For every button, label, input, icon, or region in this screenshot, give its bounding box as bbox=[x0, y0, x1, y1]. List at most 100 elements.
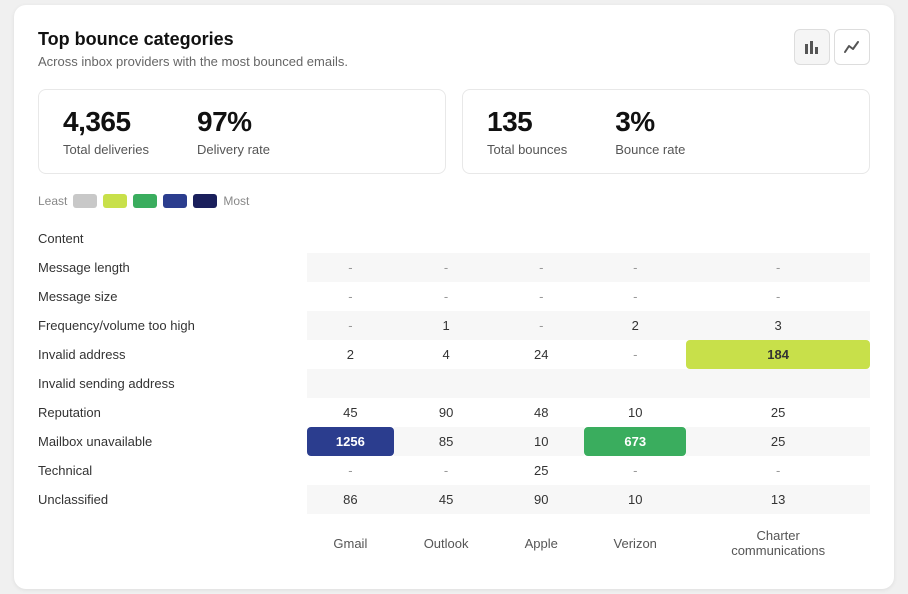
legend-swatch-4 bbox=[163, 194, 187, 208]
cell-value: 10 bbox=[584, 485, 686, 514]
cell-value bbox=[307, 224, 394, 253]
col-header-3: Verizon bbox=[584, 514, 686, 565]
cell-value: - bbox=[394, 456, 498, 485]
legend-least-label: Least bbox=[38, 194, 67, 208]
table-row: Mailbox unavailable1256851067325 bbox=[38, 427, 870, 456]
cell-value: - bbox=[498, 311, 584, 340]
table-row: Message size----- bbox=[38, 282, 870, 311]
col-header-4: Charter communications bbox=[686, 514, 870, 565]
cell-value bbox=[686, 224, 870, 253]
cell-value: - bbox=[686, 282, 870, 311]
total-bounces-value: 135 bbox=[487, 106, 567, 138]
cell-value: 90 bbox=[498, 485, 584, 514]
row-category: Technical bbox=[38, 456, 307, 485]
table-row: Technical--25-- bbox=[38, 456, 870, 485]
cell-value: 10 bbox=[498, 427, 584, 456]
cell-value: - bbox=[498, 282, 584, 311]
cell-value bbox=[584, 369, 686, 398]
legend-swatch-3 bbox=[133, 194, 157, 208]
row-category: Reputation bbox=[38, 398, 307, 427]
bounce-table: ContentMessage length-----Message size--… bbox=[38, 224, 870, 565]
cell-value: 2 bbox=[584, 311, 686, 340]
bounce-rate: 3% Bounce rate bbox=[615, 106, 685, 157]
cell-value bbox=[686, 369, 870, 398]
cell-value: - bbox=[584, 340, 686, 369]
delivery-rate-value: 97% bbox=[197, 106, 270, 138]
line-chart-icon bbox=[843, 38, 861, 56]
card-subtitle: Across inbox providers with the most bou… bbox=[38, 54, 348, 69]
cell-value bbox=[394, 224, 498, 253]
cell-value: 184 bbox=[686, 340, 870, 369]
delivery-rate: 97% Delivery rate bbox=[197, 106, 270, 157]
table-row: Message length----- bbox=[38, 253, 870, 282]
cell-value: 25 bbox=[686, 398, 870, 427]
cell-value: 90 bbox=[394, 398, 498, 427]
legend-swatch-5 bbox=[193, 194, 217, 208]
cell-value: 45 bbox=[307, 398, 394, 427]
cell-value: 45 bbox=[394, 485, 498, 514]
cell-value: - bbox=[307, 282, 394, 311]
row-category: Content bbox=[38, 224, 307, 253]
cell-value: 1256 bbox=[307, 427, 394, 456]
bounce-rate-value: 3% bbox=[615, 106, 685, 138]
table-row: Frequency/volume too high-1-23 bbox=[38, 311, 870, 340]
cell-value bbox=[498, 369, 584, 398]
bar-chart-icon bbox=[803, 38, 821, 56]
cell-value bbox=[394, 369, 498, 398]
main-card: Top bounce categories Across inbox provi… bbox=[14, 5, 894, 589]
table-row: Invalid sending address bbox=[38, 369, 870, 398]
cell-value: 2 bbox=[307, 340, 394, 369]
bounce-rate-label: Bounce rate bbox=[615, 142, 685, 157]
cell-value: 13 bbox=[686, 485, 870, 514]
total-deliveries-label: Total deliveries bbox=[63, 142, 149, 157]
cell-value: 10 bbox=[584, 398, 686, 427]
legend-row: Least Most bbox=[38, 194, 870, 208]
row-category: Frequency/volume too high bbox=[38, 311, 307, 340]
table-row: Invalid address2424-184 bbox=[38, 340, 870, 369]
cell-value: - bbox=[307, 456, 394, 485]
cell-value: - bbox=[686, 253, 870, 282]
cell-value bbox=[584, 224, 686, 253]
table-header-row: GmailOutlookAppleVerizonCharter communic… bbox=[38, 514, 870, 565]
total-deliveries: 4,365 Total deliveries bbox=[63, 106, 149, 157]
table-row: Reputation4590481025 bbox=[38, 398, 870, 427]
cell-value: 1 bbox=[394, 311, 498, 340]
cell-value: - bbox=[584, 253, 686, 282]
cell-value: - bbox=[686, 456, 870, 485]
chart-toggle bbox=[794, 29, 870, 65]
col-header-empty bbox=[38, 514, 307, 565]
legend-swatch-1 bbox=[73, 194, 97, 208]
cell-value: - bbox=[307, 311, 394, 340]
row-category: Unclassified bbox=[38, 485, 307, 514]
cell-value: 85 bbox=[394, 427, 498, 456]
cell-value: 25 bbox=[498, 456, 584, 485]
line-chart-button[interactable] bbox=[834, 29, 870, 65]
row-category: Invalid sending address bbox=[38, 369, 307, 398]
delivery-stat-card: 4,365 Total deliveries 97% Delivery rate bbox=[38, 89, 446, 174]
table-row: Unclassified8645901013 bbox=[38, 485, 870, 514]
cell-value: 24 bbox=[498, 340, 584, 369]
total-deliveries-value: 4,365 bbox=[63, 106, 149, 138]
cell-value: - bbox=[584, 456, 686, 485]
cell-value: - bbox=[584, 282, 686, 311]
col-header-2: Apple bbox=[498, 514, 584, 565]
table-row: Content bbox=[38, 224, 870, 253]
cell-value: - bbox=[394, 253, 498, 282]
total-bounces-label: Total bounces bbox=[487, 142, 567, 157]
row-category: Invalid address bbox=[38, 340, 307, 369]
cell-value: 3 bbox=[686, 311, 870, 340]
bar-chart-button[interactable] bbox=[794, 29, 830, 65]
row-category: Message length bbox=[38, 253, 307, 282]
bounce-stat-card: 135 Total bounces 3% Bounce rate bbox=[462, 89, 870, 174]
row-category: Message size bbox=[38, 282, 307, 311]
card-title: Top bounce categories bbox=[38, 29, 348, 50]
title-section: Top bounce categories Across inbox provi… bbox=[38, 29, 348, 69]
delivery-rate-label: Delivery rate bbox=[197, 142, 270, 157]
cell-value bbox=[498, 224, 584, 253]
cell-value: - bbox=[498, 253, 584, 282]
bounce-table-container: ContentMessage length-----Message size--… bbox=[38, 224, 870, 565]
cell-value: 86 bbox=[307, 485, 394, 514]
col-header-0: Gmail bbox=[307, 514, 394, 565]
col-header-1: Outlook bbox=[394, 514, 498, 565]
cell-value: 673 bbox=[584, 427, 686, 456]
